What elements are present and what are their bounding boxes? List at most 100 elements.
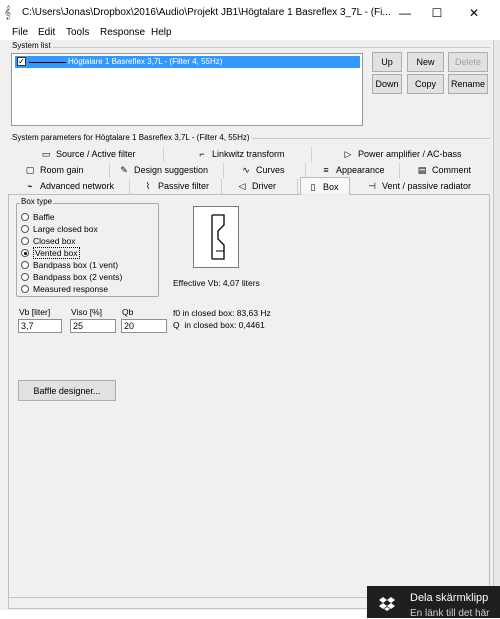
- close-button[interactable]: ✕: [455, 0, 493, 26]
- menu-response[interactable]: Response: [100, 27, 145, 38]
- viso-input[interactable]: 25: [70, 319, 116, 333]
- line-style-swatch: [29, 62, 66, 63]
- system-name: Högtalare 1 Basreflex 3,7L - (Filter 4, …: [68, 57, 223, 66]
- viso-label: Viso [%]: [71, 307, 103, 317]
- dropbox-icon: [379, 596, 395, 612]
- tab-curves[interactable]: ∿ Curves: [226, 163, 306, 178]
- box-type-label: Box type: [20, 197, 54, 206]
- radio-large-closed-box[interactable]: Large closed box: [21, 224, 98, 234]
- system-checkbox[interactable]: ✓: [17, 57, 26, 66]
- tab-design-suggestion[interactable]: ✎ Design suggestion: [112, 163, 224, 178]
- system-list[interactable]: ✓ Högtalare 1 Basreflex 3,7L - (Filter 4…: [11, 53, 363, 126]
- delete-button[interactable]: Delete: [448, 52, 488, 72]
- tab-room-gain[interactable]: ▢ Room gain: [12, 163, 110, 178]
- radio-label: Bandpass box (1 vent): [33, 260, 119, 270]
- vented-box-diagram-icon: [193, 206, 239, 268]
- system-list-item[interactable]: ✓ Högtalare 1 Basreflex 3,7L - (Filter 4…: [15, 56, 360, 68]
- rename-button[interactable]: Rename: [448, 74, 488, 94]
- system-list-divider: [10, 47, 490, 48]
- copy-button[interactable]: Copy: [407, 74, 444, 94]
- curves-icon: ∿: [242, 165, 250, 175]
- radio-measured-response[interactable]: Measured response: [21, 284, 108, 294]
- radio-closed-box[interactable]: Closed box: [21, 236, 76, 246]
- tab-label: Appearance: [336, 165, 385, 175]
- linkwitz-icon: ⌐: [199, 149, 205, 159]
- vb-input[interactable]: 3,7: [18, 319, 62, 333]
- speaker-note-icon: 𝄞: [4, 5, 12, 19]
- menu-help[interactable]: Help: [151, 27, 172, 38]
- radio-label: Bandpass box (2 vents): [33, 272, 123, 282]
- maximize-button[interactable]: ☐: [418, 0, 456, 26]
- room-icon: ▢: [25, 165, 35, 175]
- active-tab-joiner: [301, 193, 349, 196]
- title-bar: 𝄞 C:\Users\Jonas\Dropbox\2016\Audio\Proj…: [0, 0, 500, 26]
- f0-closed-box-text: f0 in closed box: 83,63 Hz: [173, 308, 271, 318]
- tab-linkwitz-transform[interactable]: ⌐ Linkwitz transform: [166, 147, 312, 162]
- menu-edit[interactable]: Edit: [38, 27, 55, 38]
- radio-circle[interactable]: [21, 261, 29, 269]
- tab-label: Design suggestion: [134, 165, 209, 175]
- tab-vent-passive-radiator[interactable]: ⊣ Vent / passive radiator: [352, 179, 488, 194]
- tab-appearance[interactable]: ≡ Appearance: [308, 163, 400, 178]
- tab-label: Vent / passive radiator: [382, 181, 472, 191]
- radio-bandpass-1-vent[interactable]: Bandpass box (1 vent): [21, 260, 118, 270]
- tab-label: Comment: [432, 165, 472, 175]
- radio-circle[interactable]: [21, 285, 29, 293]
- tab-label: Power amplifier / AC-bass: [358, 149, 462, 159]
- q-closed-box-text: Q in closed box: 0,4461: [173, 320, 265, 330]
- notification-toast[interactable]: Dela skärmklipp En länk till det här: [367, 586, 500, 619]
- up-button[interactable]: Up: [372, 52, 402, 72]
- radio-circle[interactable]: [21, 213, 29, 221]
- tab-label: Source / Active filter: [56, 149, 136, 159]
- source-icon: ▭: [41, 149, 51, 159]
- window-scrollbar[interactable]: [494, 40, 500, 618]
- amplifier-icon: ▷: [344, 149, 352, 159]
- tab-label: Advanced network: [40, 181, 115, 191]
- radio-circle[interactable]: [21, 237, 29, 245]
- pencil-icon: ✎: [120, 165, 128, 175]
- toast-title: Dela skärmklipp: [410, 592, 489, 604]
- driver-icon: ◁: [238, 181, 246, 191]
- radio-label: Measured response: [33, 284, 109, 294]
- tab-label: Driver: [252, 181, 276, 191]
- tab-label: Linkwitz transform: [212, 149, 285, 159]
- bottom-strip: [0, 610, 366, 618]
- radio-circle[interactable]: [21, 225, 29, 233]
- radio-label: Closed box: [33, 236, 76, 246]
- tab-power-amplifier[interactable]: ▷ Power amplifier / AC-bass: [314, 147, 488, 162]
- system-parameters-label: System parameters for Högtalare 1 Basref…: [12, 133, 252, 142]
- tab-label: Box: [323, 182, 339, 192]
- tab-label: Passive filter: [158, 181, 210, 191]
- comment-icon: ▤: [417, 165, 427, 175]
- down-button[interactable]: Down: [372, 74, 402, 94]
- toast-subtitle: En länk till det här: [410, 608, 490, 619]
- new-button[interactable]: New: [407, 52, 444, 72]
- radio-bandpass-2-vents[interactable]: Bandpass box (2 vents): [21, 272, 122, 282]
- tab-passive-filter[interactable]: ⌇ Passive filter: [132, 179, 222, 194]
- baffle-designer-button[interactable]: Baffle designer...: [18, 380, 116, 401]
- tab-source-active-filter[interactable]: ▭ Source / Active filter: [12, 147, 164, 162]
- network-icon: ⌁: [27, 181, 33, 191]
- radio-circle-selected[interactable]: [21, 249, 29, 257]
- vented-box-svg: [211, 214, 225, 260]
- menu-file[interactable]: File: [12, 27, 28, 38]
- effective-vb-text: Effective Vb: 4,07 liters: [173, 278, 260, 288]
- radio-circle[interactable]: [21, 273, 29, 281]
- qb-input[interactable]: 20: [121, 319, 167, 333]
- qb-label: Qb: [122, 307, 134, 317]
- radio-vented-box[interactable]: Vented box: [21, 247, 80, 259]
- tab-driver[interactable]: ◁ Driver: [224, 179, 298, 194]
- radio-label: Vented box: [33, 247, 80, 259]
- radio-label: Baffle: [33, 212, 55, 222]
- vb-label: Vb [liter]: [19, 307, 51, 317]
- horizontal-scrollbar[interactable]: [8, 597, 370, 609]
- radio-label: Large closed box: [33, 224, 98, 234]
- appearance-icon: ≡: [323, 165, 329, 175]
- radio-baffle[interactable]: Baffle: [21, 212, 55, 222]
- passive-filter-icon: ⌇: [145, 181, 151, 191]
- window-title: C:\Users\Jonas\Dropbox\2016\Audio\Projek…: [22, 7, 391, 18]
- tab-label: Curves: [256, 165, 285, 175]
- menu-tools[interactable]: Tools: [66, 27, 89, 38]
- tab-comment[interactable]: ▤ Comment: [402, 163, 488, 178]
- tab-advanced-network[interactable]: ⌁ Advanced network: [12, 179, 130, 194]
